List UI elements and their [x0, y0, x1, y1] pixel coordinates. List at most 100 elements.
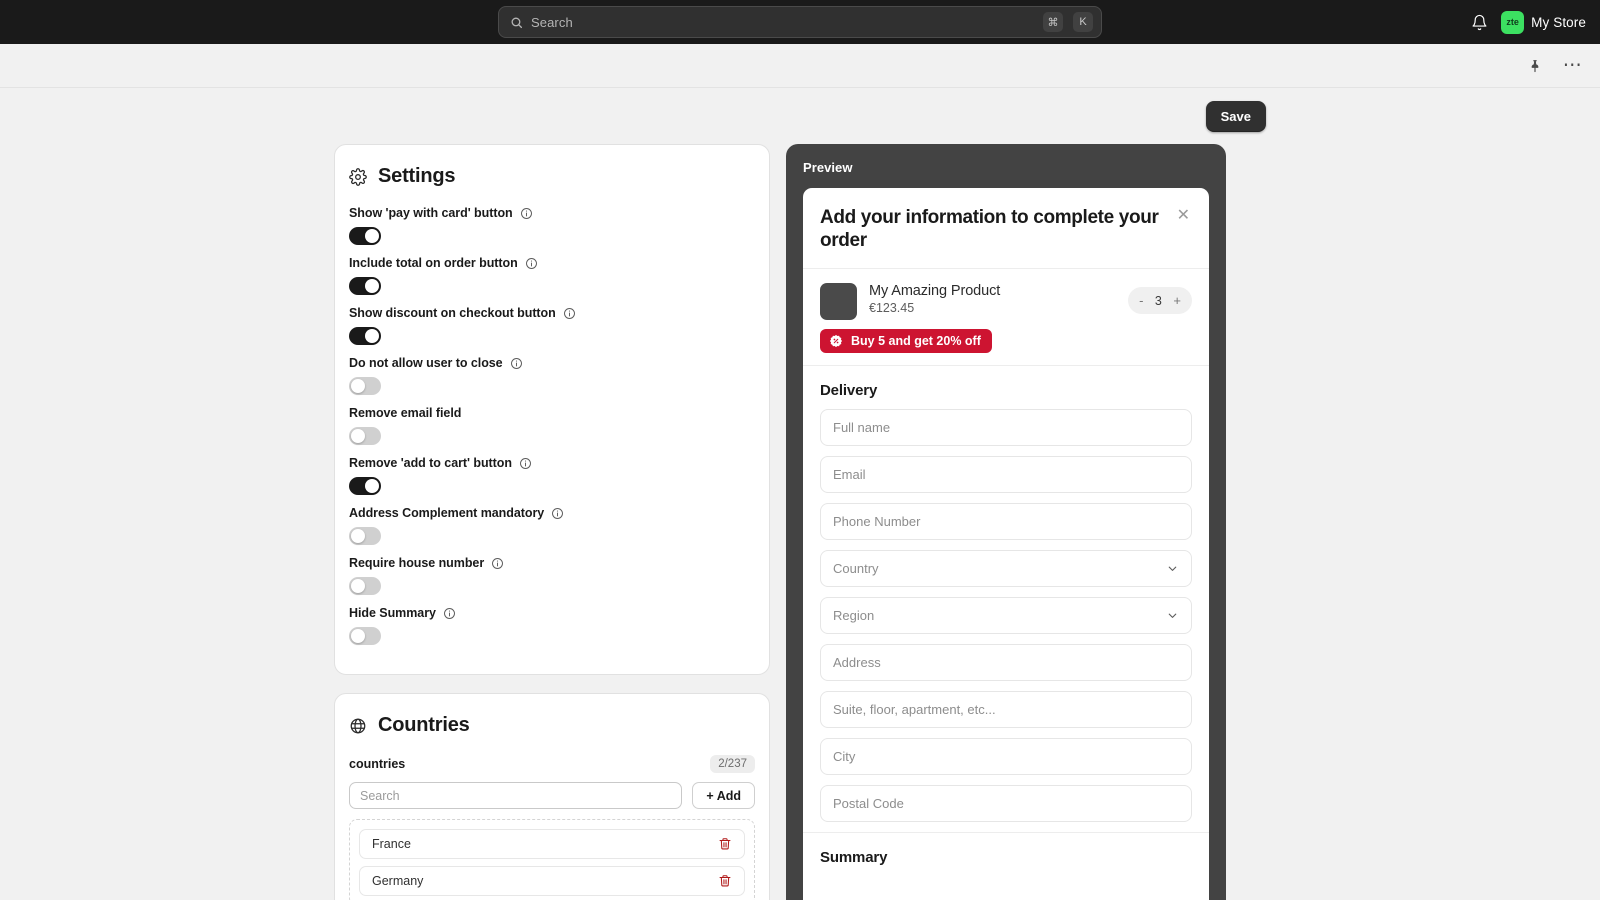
gear-icon	[349, 168, 367, 186]
delivery-heading: Delivery	[820, 382, 1192, 399]
globe-icon	[349, 717, 367, 735]
trash-icon[interactable]	[718, 837, 732, 851]
setting-label: Hide Summary	[349, 606, 436, 620]
search-icon	[510, 16, 523, 29]
product-name: My Amazing Product	[869, 283, 1116, 299]
more-horizontal-icon[interactable]: ⋯	[1562, 55, 1584, 77]
city-field[interactable]	[820, 738, 1192, 775]
info-icon[interactable]	[525, 257, 538, 270]
toggle-knob	[351, 629, 365, 643]
discount-badge-text: Buy 5 and get 20% off	[851, 334, 981, 348]
search-placeholder-text: Search	[531, 15, 1035, 30]
countries-card-title: Countries	[378, 714, 470, 737]
setting-row: Show discount on checkout button	[349, 306, 755, 345]
setting-row: Include total on order button	[349, 256, 755, 295]
setting-label-row: Remove 'add to cart' button	[349, 456, 755, 470]
setting-label: Remove email field	[349, 406, 461, 420]
setting-row: Hide Summary	[349, 606, 755, 645]
chevron-down-icon	[1166, 609, 1179, 622]
country-name: Germany	[372, 874, 423, 888]
delivery-fields-container: Country Region	[820, 409, 1192, 822]
shortcut-key-k: K	[1073, 12, 1093, 32]
info-icon[interactable]	[520, 207, 533, 220]
country-name: France	[372, 837, 411, 851]
bell-icon[interactable]	[1471, 14, 1488, 31]
toggle-knob	[365, 329, 379, 343]
address-field[interactable]	[820, 644, 1192, 681]
chevron-down-icon	[1166, 562, 1179, 575]
countries-list: France Germany	[349, 819, 755, 900]
global-search-container: Search ⌘ K	[498, 6, 1102, 38]
region-select[interactable]: Region	[820, 597, 1192, 634]
sub-header-toolbar: ⋯	[0, 44, 1600, 88]
setting-label-row: Hide Summary	[349, 606, 755, 620]
info-icon[interactable]	[443, 607, 456, 620]
main-content-area: Settings Show 'pay with card' button Incl…	[0, 144, 1600, 900]
store-account-chip[interactable]: zte My Store	[1501, 11, 1586, 34]
info-icon[interactable]	[519, 457, 532, 470]
full-name-field[interactable]	[820, 409, 1192, 446]
setting-label: Show discount on checkout button	[349, 306, 556, 320]
setting-row: Remove 'add to cart' button	[349, 456, 755, 495]
settings-column: Settings Show 'pay with card' button Incl…	[334, 144, 770, 900]
setting-toggle[interactable]	[349, 377, 381, 395]
info-icon[interactable]	[491, 557, 504, 570]
trash-icon[interactable]	[718, 874, 732, 888]
setting-toggle[interactable]	[349, 327, 381, 345]
postal-code-field[interactable]	[820, 785, 1192, 822]
quantity-stepper[interactable]: - 3 +	[1128, 287, 1192, 314]
shortcut-key-meta: ⌘	[1043, 12, 1063, 32]
product-main-row: My Amazing Product €123.45 - 3 +	[820, 283, 1192, 320]
setting-label-row: Do not allow user to close	[349, 356, 755, 370]
info-icon[interactable]	[551, 507, 564, 520]
quantity-increase-button[interactable]: +	[1173, 294, 1181, 307]
toggle-knob	[365, 279, 379, 293]
countries-search-row: + Add	[349, 782, 755, 809]
product-price: €123.45	[869, 301, 1116, 315]
summary-section: Summary	[803, 832, 1209, 866]
info-icon[interactable]	[563, 307, 576, 320]
setting-label-row: Require house number	[349, 556, 755, 570]
info-icon[interactable]	[510, 357, 523, 370]
save-button[interactable]: Save	[1206, 101, 1266, 132]
product-line-item: My Amazing Product €123.45 - 3 +	[803, 269, 1209, 366]
setting-label: Address Complement mandatory	[349, 506, 544, 520]
countries-search-input[interactable]	[349, 782, 682, 809]
setting-toggle[interactable]	[349, 277, 381, 295]
phone-number-field[interactable]	[820, 503, 1192, 540]
setting-label-row: Address Complement mandatory	[349, 506, 755, 520]
countries-card-header: Countries	[349, 714, 755, 737]
discount-seal-icon	[829, 334, 843, 348]
store-name-label: My Store	[1531, 15, 1586, 30]
email-field[interactable]	[820, 456, 1192, 493]
close-icon[interactable]: ✕	[1175, 206, 1192, 226]
setting-label: Show 'pay with card' button	[349, 206, 513, 220]
modal-header: Add your information to complete your or…	[803, 188, 1209, 269]
topbar-right-group: zte My Store	[1471, 11, 1586, 34]
setting-toggle[interactable]	[349, 527, 381, 545]
setting-toggle[interactable]	[349, 627, 381, 645]
toggle-knob	[351, 429, 365, 443]
add-country-button[interactable]: + Add	[692, 782, 755, 809]
checkout-modal-preview: Add your information to complete your or…	[803, 188, 1209, 900]
global-search-bar[interactable]: Search ⌘ K	[498, 6, 1102, 38]
settings-card-header: Settings	[349, 165, 755, 188]
setting-toggle[interactable]	[349, 577, 381, 595]
country-select[interactable]: Country	[820, 550, 1192, 587]
select-placeholder: Country	[833, 561, 1166, 576]
product-info: My Amazing Product €123.45	[869, 283, 1116, 315]
address-complement-field[interactable]	[820, 691, 1192, 728]
setting-label-row: Remove email field	[349, 406, 755, 420]
setting-toggle[interactable]	[349, 477, 381, 495]
avatar: zte	[1501, 11, 1524, 34]
toggle-knob	[365, 229, 379, 243]
setting-toggle[interactable]	[349, 427, 381, 445]
setting-label-row: Show discount on checkout button	[349, 306, 755, 320]
delivery-section: Delivery Country Region	[803, 366, 1209, 822]
product-thumbnail	[820, 283, 857, 320]
quantity-decrease-button[interactable]: -	[1139, 294, 1143, 307]
pin-icon[interactable]	[1524, 55, 1546, 77]
toggle-knob	[351, 579, 365, 593]
setting-toggle[interactable]	[349, 227, 381, 245]
countries-count-badge: 2/237	[710, 755, 755, 773]
